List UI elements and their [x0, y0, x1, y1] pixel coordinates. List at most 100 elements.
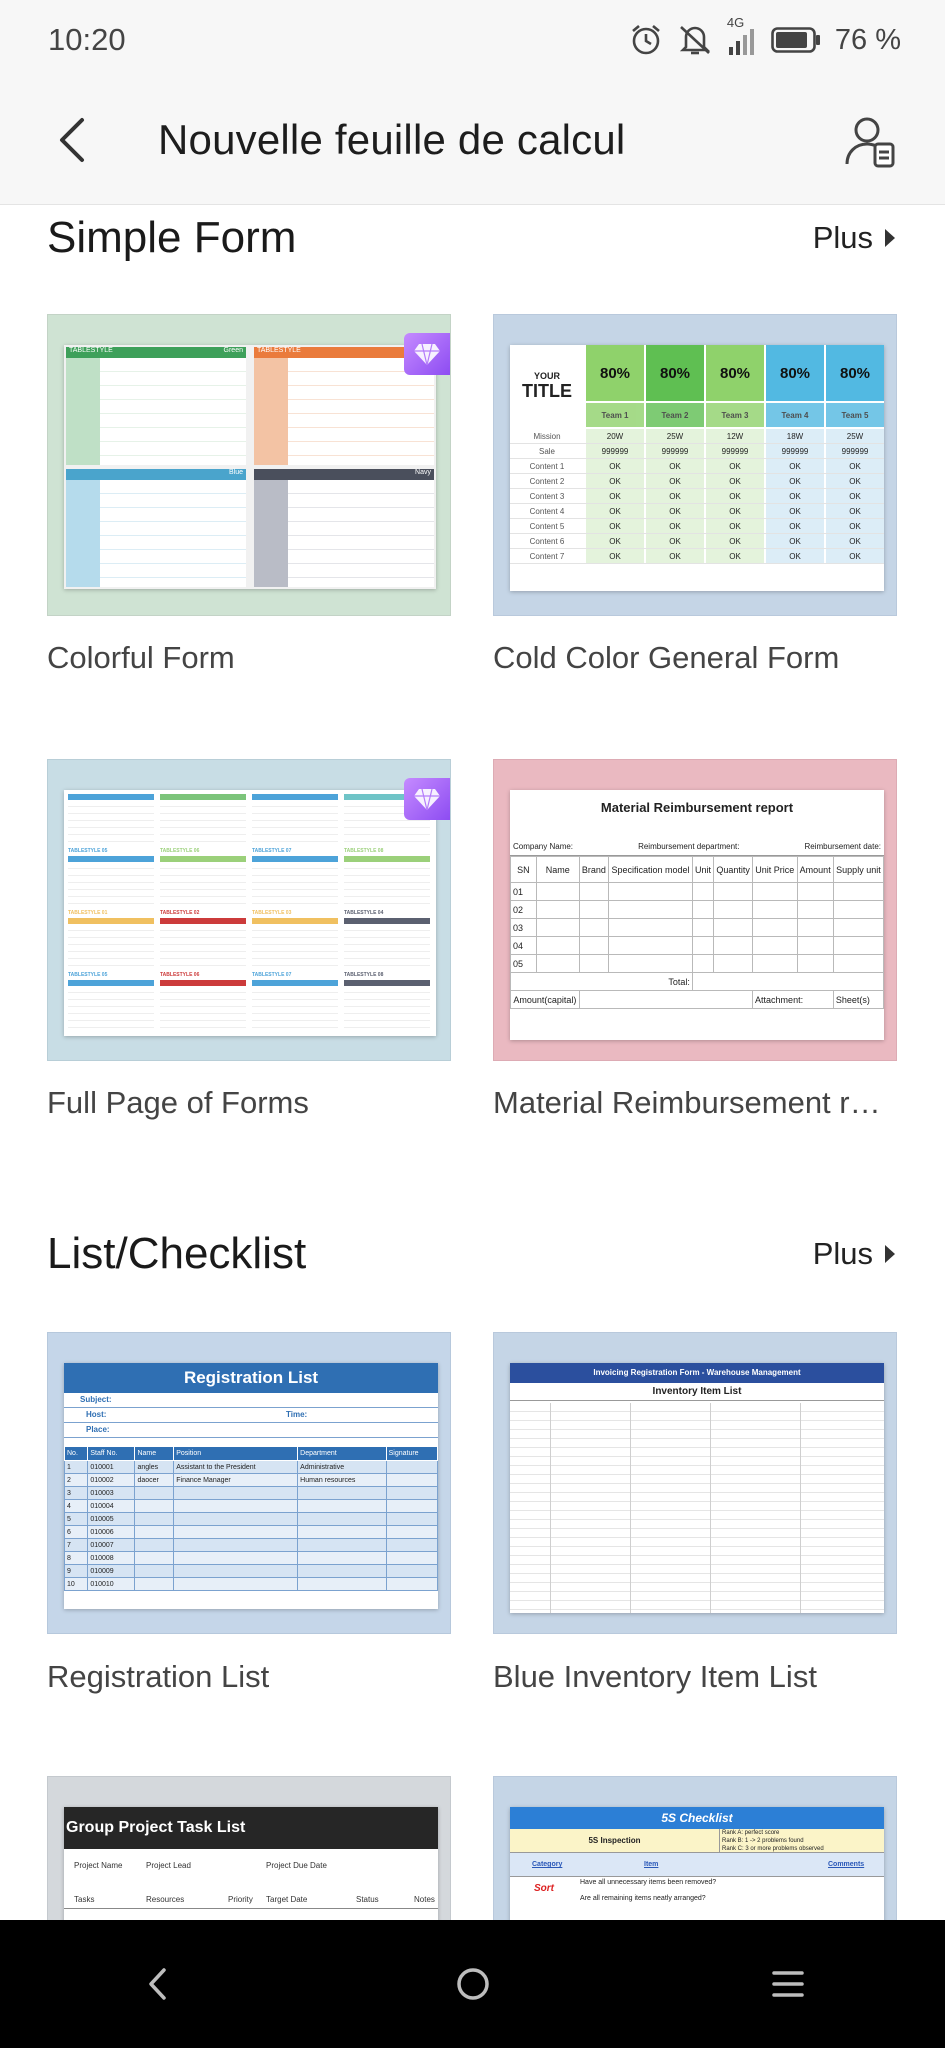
- template-card-registration-list[interactable]: Registration List Subject: Host: Time: Pl…: [47, 1332, 451, 1634]
- thumb-form-block: TABLESTYLE 02: [160, 910, 246, 972]
- template-card-cold-color-general-form[interactable]: YOUR TITLE 80% Team 1 80% Team 2 80% Team 3 80…: [493, 314, 897, 616]
- section-title: List/Checklist: [47, 1229, 307, 1278]
- thumb-inv-title: Inventory Item List: [510, 1383, 884, 1401]
- thumb-group-meta: Project Name Project Lead Project Due Da…: [74, 1861, 327, 1870]
- template-label[interactable]: Blue Inventory Item List: [493, 1659, 897, 1695]
- thumb-data-rows: Mission 20W 25W 12W 18W 25W Sale 999999 999999 99…: [510, 429, 884, 564]
- thumb-row: Content 1 OK OK OK OK OK: [510, 459, 884, 474]
- thumb-team-name: Team 1: [586, 403, 644, 427]
- template-card-full-page-of-forms[interactable]: TABLESTYLE 01TABLESTYLE 02TABLESTYLE 03T…: [47, 759, 451, 1061]
- thumb-form-block: TABLESTYLE 05: [68, 848, 154, 910]
- thumb-row: Content 5 OK OK OK OK OK: [510, 519, 884, 534]
- thumb-form-block: TABLESTYLE 02: [160, 790, 246, 848]
- thumb-team-columns: 80% Team 1 80% Team 2 80% Team 3 80% Team 4 80% T…: [584, 345, 884, 427]
- template-card-blue-inventory-item-list[interactable]: Invoicing Registration Form - Warehouse …: [493, 1332, 897, 1634]
- thumb-team-column: 80% Team 2: [646, 345, 704, 427]
- diamond-icon: [414, 788, 440, 811]
- template-label[interactable]: Colorful Form: [47, 640, 451, 676]
- thumb-form-block: TABLESTYLE 07: [252, 972, 338, 1034]
- status-time: 10:20: [48, 22, 126, 57]
- template-thumbnail: Material Reimbursement report Company Na…: [510, 790, 884, 1040]
- thumb-report-meta: Company Name: Reimbursement department: …: [510, 842, 884, 856]
- template-card-group-project-task-list[interactable]: Group Project Task List Project Name Pro…: [47, 1776, 451, 1920]
- template-thumbnail: TABLESTYLE Green TABLESTYLE Blue Navy: [64, 345, 436, 589]
- thumb-row: Content 7 OK OK OK OK OK: [510, 549, 884, 564]
- premium-badge: [404, 778, 450, 820]
- thumb-title-cell: YOUR TITLE: [510, 345, 584, 427]
- thumb-block-label: Green: [223, 347, 243, 354]
- battery-level: 76 %: [834, 23, 901, 56]
- thumb-check-rows: Sort Have all unnecessary items been rem…: [534, 1879, 717, 1902]
- thumb-form-block: TABLESTYLE 03: [252, 790, 338, 848]
- thumb-team-name: Team 3: [706, 403, 764, 427]
- status-bar: 10:20 4G 76 %: [0, 0, 945, 80]
- thumb-row: Sale 999999 999999 999999 999999 999999: [510, 444, 884, 459]
- template-label[interactable]: Registration List: [47, 1659, 451, 1695]
- thumb-reg-subject: Subject:: [64, 1393, 438, 1408]
- thumb-team-column: 80% Team 5: [826, 345, 884, 427]
- template-thumbnail: Invoicing Registration Form - Warehouse …: [510, 1363, 884, 1613]
- thumb-report-table: SN Name Brand Specification model Unit Quanti…: [510, 856, 884, 1009]
- thumb-check-columns: Category Item Comments: [510, 1853, 884, 1877]
- back-button[interactable]: [40, 110, 104, 174]
- thumb-report-title: Material Reimbursement report: [600, 800, 794, 815]
- thumb-navy-block: Navy: [254, 469, 434, 587]
- more-link[interactable]: Plus: [813, 220, 897, 256]
- section-title: Simple Form: [47, 213, 297, 262]
- thumb-team-pct: 80%: [646, 345, 704, 401]
- thumb-form-block: TABLESTYLE 08: [344, 972, 430, 1034]
- template-card-5s-checklist[interactable]: 5S Checklist 5S Inspection Rank A: perfe…: [493, 1776, 897, 1920]
- thumb-form-block: TABLESTYLE 08: [344, 848, 430, 910]
- thumb-check-header: 5S Inspection Rank A: perfect score Rank…: [510, 1829, 884, 1853]
- thumb-your: YOUR: [533, 370, 560, 381]
- thumb-reg-title: Registration List: [64, 1363, 438, 1393]
- template-label[interactable]: Full Page of Forms: [47, 1085, 451, 1121]
- nav-back-button[interactable]: [118, 1944, 198, 2024]
- more-link[interactable]: Plus: [813, 1236, 897, 1272]
- account-icon: [843, 112, 901, 175]
- template-thumbnail: TABLESTYLE 01TABLESTYLE 02TABLESTYLE 03T…: [64, 790, 436, 1036]
- thumb-dept: Reimbursement department:: [638, 842, 740, 851]
- app-header: Nouvelle feuille de calcul: [0, 80, 945, 205]
- thumb-team-column: 80% Team 4: [766, 345, 824, 427]
- thumb-form-block: TABLESTYLE 05: [68, 972, 154, 1034]
- thumb-row: Content 4 OK OK OK OK OK: [510, 504, 884, 519]
- account-button[interactable]: [837, 108, 907, 178]
- page-title: Nouvelle feuille de calcul: [158, 116, 626, 163]
- more-label: Plus: [812, 1236, 873, 1271]
- diamond-icon: [414, 343, 440, 366]
- nav-home-button[interactable]: [433, 1944, 513, 2024]
- thumb-row: Content 3 OK OK OK OK OK: [510, 489, 884, 504]
- status-icons: 4G 76 %: [629, 15, 901, 57]
- nav-menu-button[interactable]: [748, 1944, 828, 2024]
- thumb-block-label: Blue: [228, 469, 243, 476]
- thumb-date: Reimbursement date:: [804, 842, 881, 851]
- thumb-green-block: TABLESTYLE Green: [66, 347, 246, 465]
- thumb-company: Company Name:: [513, 842, 574, 851]
- template-card-colorful-form[interactable]: TABLESTYLE Green TABLESTYLE Blue Navy: [47, 314, 451, 616]
- thumb-team-column: 80% Team 3: [706, 345, 764, 427]
- thumb-row: Content 2 OK OK OK OK OK: [510, 474, 884, 489]
- section-header-simple-form: Simple Form Plus: [47, 208, 897, 268]
- system-nav-bar: [0, 1920, 945, 2048]
- thumb-reg-place: Place:: [64, 1423, 438, 1438]
- thumb-inv-grid: [510, 1403, 884, 1613]
- network-type: 4G: [726, 15, 745, 30]
- thumb-team-name: Team 4: [766, 403, 824, 427]
- thumb-inv-banner: Invoicing Registration Form - Warehouse …: [510, 1363, 884, 1383]
- alarm-icon: [629, 23, 663, 57]
- thumb-form-block: TABLESTYLE 07: [252, 848, 338, 910]
- mute-icon: [677, 23, 713, 57]
- back-arrow-icon: [54, 116, 90, 169]
- thumb-check-title: 5S Checklist: [510, 1807, 884, 1829]
- thumb-team-name: Team 5: [826, 403, 884, 427]
- thumb-form-block: TABLESTYLE 01: [68, 790, 154, 848]
- template-card-material-reimbursement[interactable]: Material Reimbursement report Company Na…: [493, 759, 897, 1061]
- thumb-form-block: TABLESTYLE 04: [344, 910, 430, 972]
- template-label[interactable]: Cold Color General Form: [493, 640, 897, 676]
- thumb-grid: TABLESTYLE 01TABLESTYLE 02TABLESTYLE 03T…: [68, 790, 432, 1034]
- thumb-group-title: Group Project Task List: [64, 1807, 438, 1849]
- template-scroll-area[interactable]: Simple Form Plus TABLESTYLE Green TABLEST…: [0, 206, 945, 1920]
- template-thumbnail: YOUR TITLE 80% Team 1 80% Team 2 80% Team 3 80…: [510, 345, 884, 591]
- template-label[interactable]: Material Reimbursement report: [493, 1085, 897, 1121]
